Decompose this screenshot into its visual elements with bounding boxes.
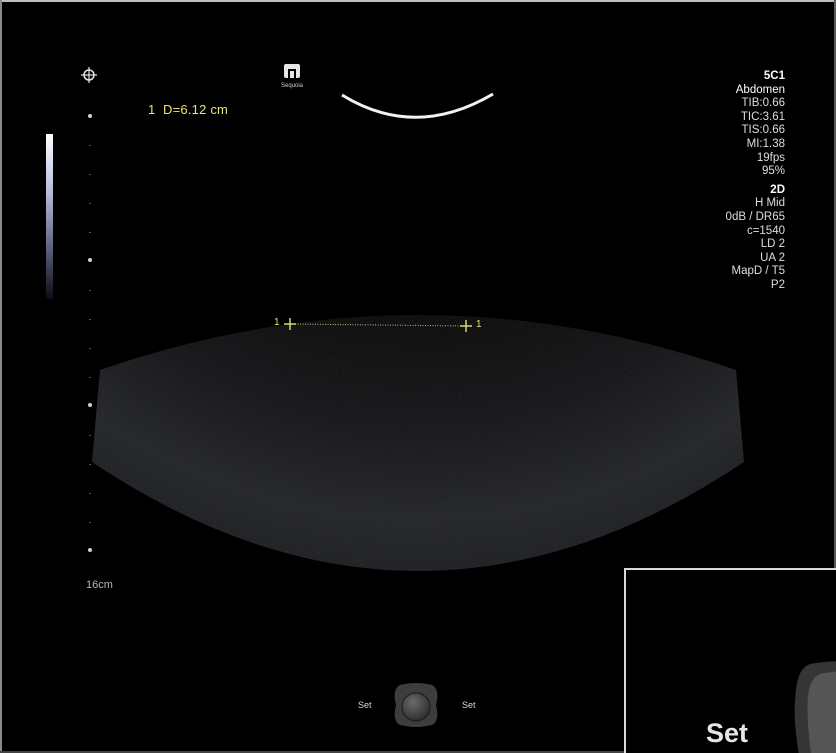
transducer-label: 5C1 bbox=[763, 70, 785, 82]
frame-rate-value: 19fps bbox=[756, 151, 785, 164]
parameter-panel: 5C1 Abdomen TIB:0.66 TIC:3.61 TIS:0.66 M… bbox=[726, 70, 785, 293]
ld-value: LD 2 bbox=[760, 238, 785, 251]
sequoia-logo: Sequoia bbox=[270, 64, 314, 90]
caliper-start-number: 1 bbox=[274, 317, 280, 328]
depth-scale bbox=[88, 114, 92, 552]
grayscale-bar bbox=[46, 134, 53, 299]
power-value: 95% bbox=[761, 165, 785, 178]
crosshair-icon[interactable] bbox=[80, 66, 98, 84]
persistence-value: P2 bbox=[770, 278, 785, 291]
depth-label: 16cm bbox=[86, 579, 113, 591]
frequency-value: H Mid bbox=[754, 197, 785, 210]
map-value: MapD / T5 bbox=[731, 265, 785, 278]
caliper-end-number: 1 bbox=[476, 319, 482, 330]
gain-dr-value: 0dB / DR65 bbox=[725, 210, 785, 223]
set-left-label[interactable]: Set bbox=[358, 700, 372, 710]
zoom-set-label: Set bbox=[706, 718, 749, 748]
set-control[interactable]: Set Set bbox=[356, 681, 496, 729]
preset-label: Abdomen bbox=[735, 83, 785, 96]
distance-measurement-readout: 1 D=6.12 cm bbox=[148, 102, 229, 117]
logo-mark-icon bbox=[284, 64, 300, 78]
sound-speed-value: c=1540 bbox=[746, 224, 785, 237]
mode-label: 2D bbox=[770, 183, 785, 196]
ua-value: UA 2 bbox=[760, 251, 785, 264]
tib-value: TIB:0.66 bbox=[741, 97, 785, 110]
logo-text: Sequoia bbox=[280, 83, 304, 89]
zoom-inset-panel: Set bbox=[624, 568, 836, 753]
tis-value: TIS:0.66 bbox=[741, 124, 785, 137]
ultrasound-screen: Sequoia 1 D=6.12 cm 16cm 1 1 5C1 Abdomen… bbox=[0, 0, 836, 753]
zoom-trackball-icon bbox=[794, 661, 836, 753]
probe-footprint-arc bbox=[341, 92, 494, 119]
tic-value: TIC:3.61 bbox=[740, 110, 785, 123]
set-right-label[interactable]: Set bbox=[462, 700, 476, 710]
mi-value: MI:1.38 bbox=[746, 137, 785, 150]
trackball-icon[interactable] bbox=[392, 681, 440, 729]
